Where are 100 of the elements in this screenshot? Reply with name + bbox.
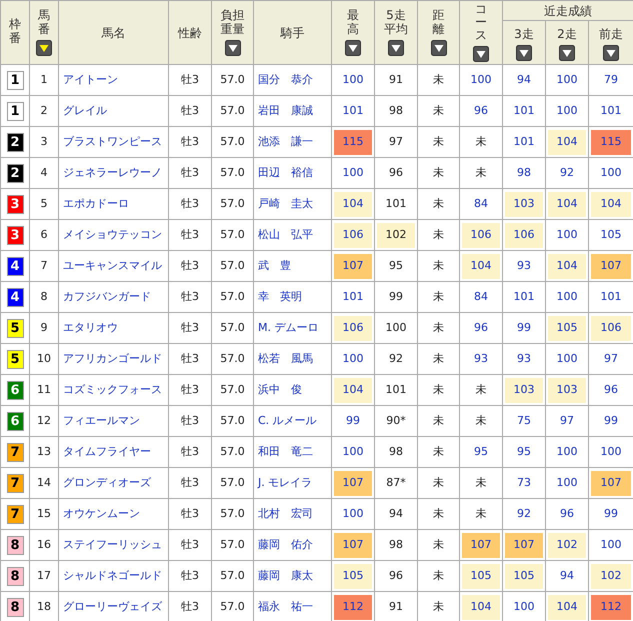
score-cell[interactable]: 105 (462, 564, 500, 588)
score-cell[interactable]: 106 (334, 316, 372, 340)
score-cell[interactable]: 112 (591, 594, 632, 620)
carried-weight: 57.0 (220, 290, 245, 303)
sex-age: 牡3 (181, 104, 199, 117)
sort-button[interactable] (388, 40, 404, 56)
horse-number: 10 (37, 352, 51, 365)
score-cell[interactable]: 104 (334, 192, 372, 216)
score-cell: 102 (377, 222, 415, 248)
carried-weight: 57.0 (220, 476, 245, 489)
score-cell[interactable]: 106 (505, 222, 543, 248)
score-cell-text: 101 (384, 196, 408, 212)
score-cell[interactable]: 106 (334, 222, 372, 248)
score-cell-text: 99 (388, 288, 404, 305)
sort-button[interactable] (603, 44, 619, 60)
horse-number: 15 (37, 506, 51, 520)
horse-number: 4 (40, 166, 48, 179)
score-cell[interactable]: 107 (334, 470, 372, 496)
sex-age: 牡3 (181, 228, 199, 241)
score-cell[interactable]: 104 (591, 192, 632, 216)
score-cell[interactable]: 104 (548, 594, 586, 620)
score-cell[interactable]: 107 (334, 532, 372, 558)
score-cell[interactable]: 103 (505, 378, 543, 402)
carried-weight: 57.0 (220, 600, 245, 613)
score-cell[interactable]: 106 (591, 316, 632, 340)
jockey-link[interactable]: 武 豊 (258, 258, 291, 272)
score-cell[interactable]: 107 (334, 254, 372, 278)
carried-weight: 57.0 (220, 568, 245, 582)
score-cell[interactable]: 107 (591, 470, 632, 496)
horse-number: 1 (40, 72, 48, 86)
score-cell[interactable]: 103 (548, 378, 586, 402)
column-header: 3走 (514, 28, 534, 41)
horse-number: 8 (40, 290, 48, 303)
score-cell[interactable]: 106 (462, 222, 500, 248)
column-header: コース (475, 2, 487, 42)
score-cell[interactable]: 112 (334, 594, 372, 620)
score-cell-text: 未 (432, 134, 445, 150)
score-cell-text: 91 (388, 72, 404, 88)
sex-age: 牡3 (181, 134, 199, 148)
sort-button[interactable] (36, 40, 52, 56)
score-cell[interactable]: 102 (591, 564, 632, 588)
score-cell-text: 未 (432, 288, 445, 305)
score-cell[interactable]: 105 (505, 564, 543, 588)
score-cell[interactable]: 103 (505, 192, 543, 216)
score-cell[interactable]: 104 (462, 254, 500, 278)
horse-number: 2 (40, 104, 48, 117)
score-cell[interactable]: 107 (462, 532, 500, 558)
frame-number-badge: 5 (6, 318, 24, 338)
sex-age: 牡3 (181, 414, 199, 427)
frame-number-badge: 7 (6, 504, 24, 524)
score-cell[interactable]: 104 (334, 378, 372, 402)
score-cell[interactable]: 105 (548, 316, 586, 340)
sex-age: 牡3 (181, 538, 199, 551)
horse-number: 13 (37, 444, 51, 458)
score-cell[interactable]: 104 (548, 130, 586, 154)
score-cell[interactable]: 115 (334, 130, 372, 154)
carried-weight: 57.0 (220, 228, 245, 241)
frame-number-badge: 8 (6, 598, 24, 616)
carried-weight: 57.0 (220, 506, 245, 520)
carried-weight: 57.0 (220, 104, 245, 117)
column-group-header: 近走成績 (544, 4, 592, 18)
score-cell[interactable]: 104 (462, 594, 500, 620)
score-cell-text: 未 (474, 164, 488, 181)
horse-name-link[interactable]: グレイル (63, 104, 107, 117)
carried-weight: 57.0 (220, 134, 245, 148)
score-cell-text: 96 (388, 164, 404, 181)
score-cell[interactable]: 104 (548, 254, 586, 278)
column-header: 最高 (347, 9, 359, 36)
frame-number-badge: 8 (6, 536, 24, 554)
horse-number: 17 (37, 568, 51, 582)
score-cell[interactable]: 107 (505, 532, 543, 558)
score-cell-text: 100 (384, 320, 408, 336)
score-cell-text: 未 (432, 536, 445, 553)
score-cell-text: 未 (432, 598, 445, 615)
score-cell[interactable]: 104 (548, 192, 586, 216)
score-cell-text: 未 (474, 474, 488, 491)
carried-weight: 57.0 (220, 258, 245, 272)
score-cell-text: 92 (388, 350, 404, 367)
sort-button[interactable] (224, 40, 240, 56)
column-header: 馬名 (102, 26, 126, 40)
score-cell-text: 90* (385, 412, 407, 429)
sort-button[interactable] (473, 46, 489, 62)
frame-number-badge: 3 (6, 226, 24, 244)
horse-number: 7 (40, 258, 48, 272)
score-cell-text: 95 (388, 258, 404, 274)
score-cell[interactable]: 105 (334, 564, 372, 588)
sort-button[interactable] (516, 44, 532, 60)
score-cell[interactable]: 115 (591, 130, 632, 154)
sex-age: 牡3 (181, 166, 199, 179)
sex-age: 牡3 (181, 72, 199, 86)
column-header: 騎手 (280, 26, 304, 40)
score-cell-text: 87* (385, 474, 407, 491)
score-cell-text: 未 (432, 102, 445, 119)
score-cell[interactable]: 102 (548, 532, 586, 558)
score-cell[interactable]: 107 (591, 254, 632, 278)
sort-button[interactable] (430, 40, 446, 56)
sort-button[interactable] (345, 40, 361, 56)
sort-button[interactable] (559, 44, 575, 60)
carried-weight: 57.0 (220, 414, 245, 427)
score-cell-text: 未 (474, 134, 488, 150)
